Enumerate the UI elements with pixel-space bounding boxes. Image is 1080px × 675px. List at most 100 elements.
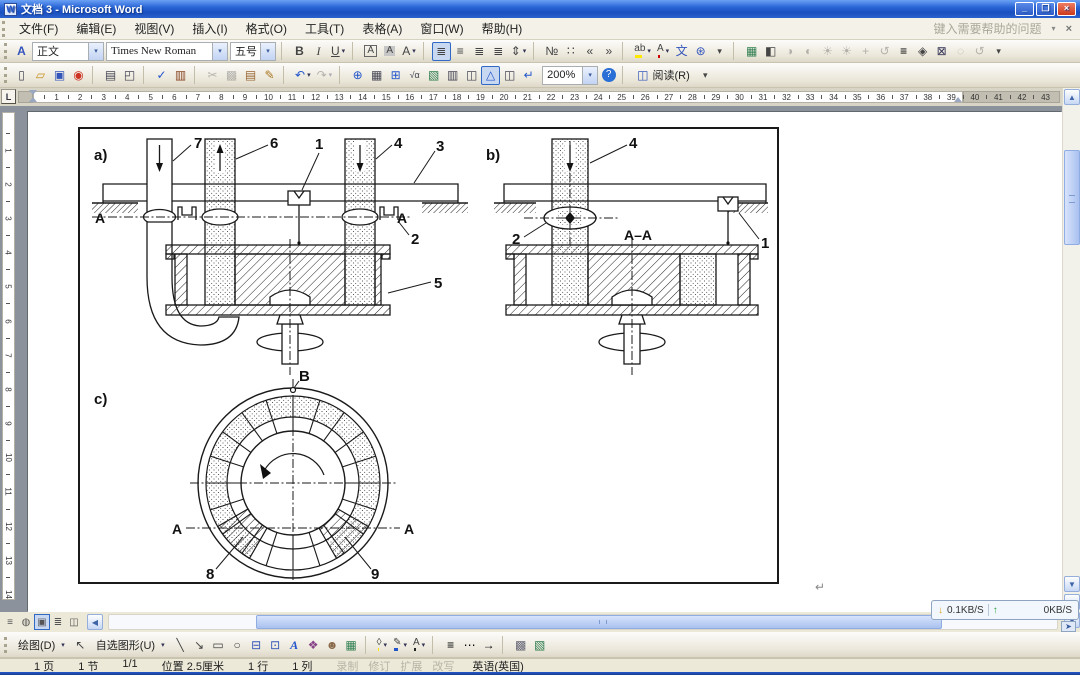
outline-view-button[interactable]: ≣ [50, 614, 66, 630]
menu-file[interactable]: 文件(F) [10, 17, 67, 40]
open-button[interactable]: ▱▾ [31, 66, 50, 85]
formatting-overflow-button[interactable]: ▾▾ [710, 42, 729, 61]
shadow-style-button[interactable]: ▩▾ [511, 635, 530, 654]
help-button[interactable]: ?▾ [599, 66, 618, 85]
menu-help[interactable]: 帮助(H) [473, 17, 532, 40]
menu-tools[interactable]: 工具(T) [296, 17, 353, 40]
spelling-button[interactable]: ✓▾ [152, 66, 171, 85]
chevron-down-icon[interactable]: ▾ [88, 43, 103, 60]
font-color-2-button[interactable]: A▾ [410, 635, 428, 654]
numbering-button[interactable]: №▾ [542, 42, 561, 61]
dropdown-arrow-icon[interactable]: ▾ [647, 47, 651, 55]
document-map-button[interactable]: ◫▾ [500, 66, 519, 85]
style-combobox[interactable]: 正文 ▾ [32, 42, 104, 61]
scroll-up-button[interactable]: ▲ [1064, 89, 1080, 105]
line-button[interactable]: ╲▾ [171, 635, 190, 654]
decrease-indent-button[interactable]: «▾ [580, 42, 599, 61]
chevron-down-icon[interactable]: ▾ [212, 43, 227, 60]
research-button[interactable]: ▥▾ [171, 66, 190, 85]
menu-insert[interactable]: 插入(I) [183, 17, 236, 40]
line-spacing-button[interactable]: ⇕▾ [508, 42, 530, 61]
scroll-down-button[interactable]: ▼ [1064, 576, 1080, 592]
equation-button[interactable]: √α▾ [405, 66, 424, 85]
autoshapes-menu-button[interactable]: 自选图形(U) ▾ [90, 635, 171, 654]
underline-button[interactable]: U▾ [328, 42, 348, 61]
restore-button[interactable]: ❐ [1036, 2, 1055, 16]
format-object-button[interactable]: ⊠▾ [932, 42, 951, 61]
insert-excel-button[interactable]: ▧▾ [424, 66, 443, 85]
font-combobox[interactable]: Times New Roman ▾ [106, 42, 228, 61]
dash-style-button[interactable]: ⋯▾ [460, 635, 479, 654]
insert-hyperlink-button[interactable]: ⊕▾ [348, 66, 367, 85]
figure-image[interactable]: a) 7 6 1 4 3 A A 2 5 [78, 127, 779, 584]
vertical-text-box-button[interactable]: ⊡▾ [266, 635, 285, 654]
rectangle-button[interactable]: ▭▾ [209, 635, 228, 654]
picture-overflow-button[interactable]: ▾▾ [989, 42, 1008, 61]
clip-art-button[interactable]: ☻▾ [323, 635, 342, 654]
right-indent-marker[interactable] [954, 97, 962, 102]
character-scale-button[interactable]: A▾ [399, 42, 419, 61]
toolbar-drag-handle[interactable] [4, 67, 9, 83]
print-preview-button[interactable]: ◰▾ [120, 66, 139, 85]
web-layout-view-button[interactable]: ◍ [18, 614, 34, 630]
vertical-scroll-thumb[interactable] [1064, 150, 1080, 245]
columns-button[interactable]: ▥▾ [443, 66, 462, 85]
font-color-button[interactable]: A▾ [654, 42, 672, 61]
tables-and-borders-button[interactable]: ▦▾ [367, 66, 386, 85]
toolbar-drag-handle[interactable] [2, 21, 7, 37]
toolbar-drag-handle[interactable] [4, 43, 9, 59]
draw-menu-button[interactable]: 绘图(D) ▾ [12, 635, 71, 654]
menu-table[interactable]: 表格(A) [353, 17, 411, 40]
text-box-button[interactable]: ⊟▾ [247, 635, 266, 654]
drawing-button[interactable]: △▾ [481, 66, 500, 85]
bold-button[interactable]: B▾ [290, 42, 309, 61]
undo-button[interactable]: ↶▾ [292, 66, 314, 85]
read-mode-button[interactable]: ◫ 阅读(R) [631, 66, 696, 85]
distribute-text-button[interactable]: ≣▾ [489, 42, 508, 61]
oval-button[interactable]: ○▾ [228, 635, 247, 654]
help-placeholder[interactable]: 键入需要帮助的问题 [934, 20, 1042, 37]
styles-and-formatting-button[interactable]: A [12, 42, 31, 61]
chevron-down-icon[interactable]: ▾ [260, 43, 275, 60]
dropdown-arrow-icon[interactable]: ▾ [412, 47, 416, 55]
line-color-button[interactable]: ✎▾ [390, 635, 410, 654]
font-size-combobox[interactable]: 五号 ▾ [230, 42, 276, 61]
fill-color-button[interactable]: ◊▾ [374, 635, 390, 654]
new-document-button[interactable]: ▯▾ [12, 66, 31, 85]
network-widget-expand-button[interactable]: ➤ [1061, 621, 1076, 632]
chevron-down-icon[interactable]: ▾ [582, 67, 597, 84]
dropdown-arrow-icon[interactable]: ▾ [523, 47, 527, 55]
arrow-button[interactable]: ↘▾ [190, 635, 209, 654]
tab-stop-selector[interactable]: L [1, 89, 16, 104]
zoom-combobox[interactable]: 200% ▾ [542, 66, 598, 85]
close-icon[interactable]: × [1066, 23, 1072, 35]
toolbar-drag-handle[interactable] [4, 637, 9, 653]
arrow-style-button[interactable]: →▾ [479, 635, 498, 654]
dropdown-arrow-icon[interactable]: ▾ [422, 641, 426, 649]
align-center-button[interactable]: ≡▾ [451, 42, 470, 61]
document-page[interactable]: a) 7 6 1 4 3 A A 2 5 [28, 112, 1062, 612]
dropdown-arrow-icon[interactable]: ▾ [666, 47, 670, 55]
insert-picture-button[interactable]: ▦▾ [742, 42, 761, 61]
align-right-button[interactable]: ≣▾ [470, 42, 489, 61]
menu-view[interactable]: 视图(V) [125, 17, 183, 40]
bullets-button[interactable]: ∷▾ [561, 42, 580, 61]
help-question-box[interactable]: 键入需要帮助的问题 ▾ × [934, 20, 1080, 37]
show-marks-button[interactable]: ↵▾ [519, 66, 538, 85]
wordart-button[interactable]: A▾ [285, 635, 304, 654]
scroll-left-button[interactable]: ◀ [87, 614, 103, 630]
vertical-scrollbar[interactable]: ▲ ▼ ▲ ● [1062, 88, 1080, 612]
horizontal-scroll-thumb[interactable] [256, 615, 942, 629]
dropdown-arrow-icon[interactable]: ▾ [329, 71, 333, 79]
reading-layout-view-button[interactable]: ◫ [66, 614, 82, 630]
toolbar-options-button[interactable]: ▾ [696, 66, 715, 85]
menu-edit[interactable]: 编辑(E) [67, 17, 125, 40]
insert-table-button[interactable]: ⊞▾ [386, 66, 405, 85]
menu-window[interactable]: 窗口(W) [411, 17, 472, 40]
insert-picture-2-button[interactable]: ▦▾ [342, 635, 361, 654]
hanging-indent-marker[interactable] [29, 97, 37, 102]
text-wrapping-button[interactable]: ◈▾ [913, 42, 932, 61]
enclosed-character-button[interactable]: ⊛▾ [691, 42, 710, 61]
first-line-indent-marker[interactable] [29, 90, 37, 95]
line-style-button[interactable]: ≡▾ [894, 42, 913, 61]
